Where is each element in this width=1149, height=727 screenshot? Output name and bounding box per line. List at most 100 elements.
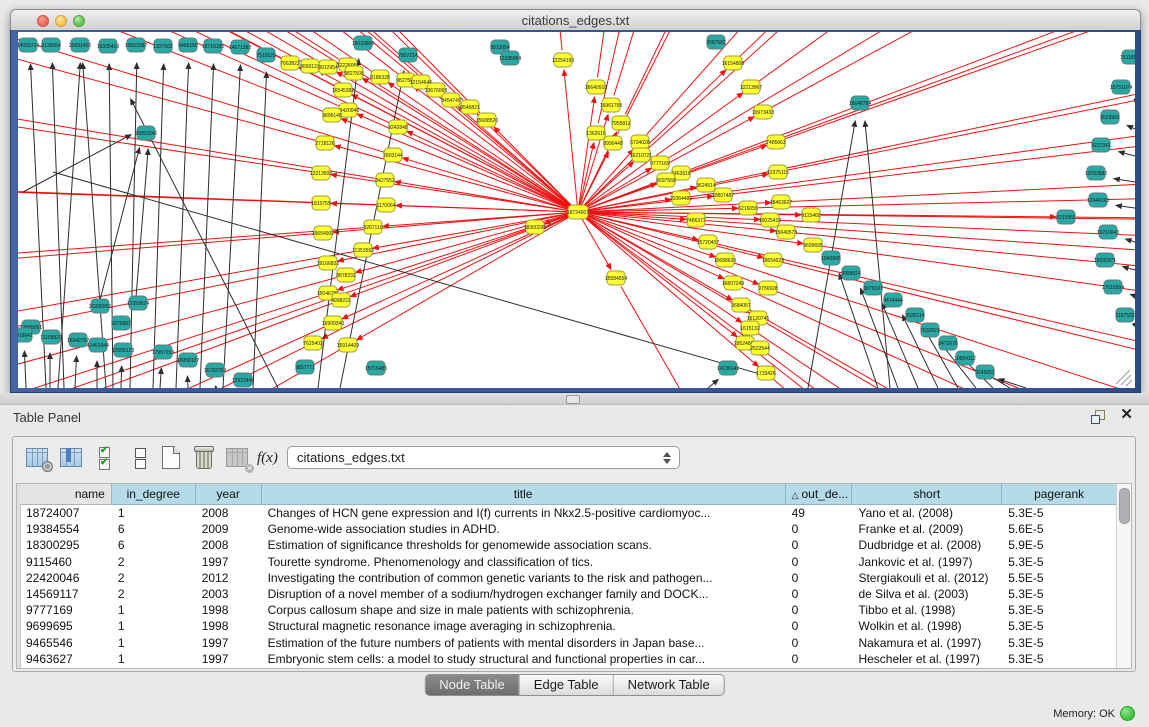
graph-node[interactable]: 16545382 xyxy=(332,83,354,97)
graph-node[interactable]: 9777169 xyxy=(650,156,670,170)
graph-node[interactable]: 12093882 xyxy=(1085,166,1107,180)
graph-node[interactable]: 9245652 xyxy=(975,365,995,379)
graph-node[interactable]: 7955812 xyxy=(611,116,631,130)
graph-node[interactable]: 12923448 xyxy=(232,373,254,387)
table-row[interactable]: 1872400712008Changes of HCN gene express… xyxy=(20,505,1117,521)
table-row[interactable]: 911546021997Tourette syndrome. Phenomeno… xyxy=(20,554,1117,570)
table-row[interactable]: 1938455462009Genome-wide association stu… xyxy=(20,521,1117,537)
graph-node[interactable]: 15649578 xyxy=(775,225,797,239)
graph-node[interactable]: 8454749 xyxy=(441,93,461,107)
graph-node[interactable]: 7625402 xyxy=(303,336,323,350)
scrollbar-thumb[interactable] xyxy=(1119,488,1130,524)
graph-node[interactable]: 2718126 xyxy=(315,136,335,150)
table-row[interactable]: 946554611997Estimation of the future num… xyxy=(20,635,1117,651)
graph-node[interactable]: 20206556 xyxy=(89,299,111,313)
graph-node[interactable]: 7663822 xyxy=(280,56,300,70)
vertical-scrollbar[interactable] xyxy=(1116,484,1131,668)
graph-node[interactable]: 17957253 xyxy=(152,345,174,359)
graph-node[interactable]: 7515520 xyxy=(256,48,276,62)
graph-node[interactable]: 16154808 xyxy=(722,56,744,70)
graph-node[interactable]: 14136141 xyxy=(717,361,739,375)
column-header-in_degree[interactable]: in_degree xyxy=(112,484,196,505)
graph-node[interactable]: 15716485 xyxy=(365,361,387,375)
column-header-out_de[interactable]: △out_de... xyxy=(786,484,853,505)
graph-node[interactable]: 19166822 xyxy=(317,256,339,270)
graph-node[interactable]: 10025418 xyxy=(759,213,781,227)
graph-node[interactable]: 6466160 xyxy=(178,38,198,52)
graph-node[interactable]: 18463627 xyxy=(770,195,792,209)
graph-node[interactable]: 16210721 xyxy=(630,148,652,162)
table-settings-icon[interactable] xyxy=(25,445,51,471)
graph-node[interactable]: 9546821 xyxy=(460,100,480,114)
column-header-year[interactable]: year xyxy=(196,484,262,505)
graph-node[interactable]: 14671388 xyxy=(229,40,251,54)
graph-node[interactable]: 9227341 xyxy=(1091,138,1111,152)
column-header-title[interactable]: title xyxy=(262,484,786,505)
graph-node[interactable]: 12213503 xyxy=(310,166,332,180)
graph-node[interactable]: 11451944 xyxy=(87,338,109,352)
graph-node[interactable]: 8215958 xyxy=(1056,210,1076,224)
graph-node[interactable]: 8912954 xyxy=(318,60,338,74)
table-row[interactable]: 977716911998Corpus callosum shape and si… xyxy=(20,602,1117,618)
graph-node[interactable]: 7857214 xyxy=(398,48,418,62)
graph-node[interactable]: 16210643 xyxy=(1097,225,1119,239)
graph-node[interactable]: 19654902 xyxy=(312,226,334,240)
graph-node[interactable]: 1733426 xyxy=(756,366,776,380)
column-header-pagerank[interactable]: pagerank xyxy=(1002,484,1117,505)
graph-node[interactable]: 16914409 xyxy=(337,338,359,352)
graph-node[interactable]: 3624514 xyxy=(696,178,716,192)
graph-node[interactable]: 9699695 xyxy=(803,238,823,252)
select-columns-icon[interactable] xyxy=(95,445,121,471)
graph-node[interactable]: 10653287 xyxy=(125,38,147,52)
graph-node[interactable]: 2803144 xyxy=(383,148,403,162)
graph-node[interactable]: 16807249 xyxy=(722,276,744,290)
row-height-icon[interactable] xyxy=(127,445,153,471)
graph-node[interactable]: 9242848 xyxy=(388,120,408,134)
graph-node[interactable]: 2522544 xyxy=(750,341,770,355)
graph-node[interactable]: 16640910 xyxy=(585,80,607,94)
graph-node[interactable]: 12375115 xyxy=(767,165,789,179)
graph-node[interactable]: 8427552 xyxy=(375,173,395,187)
show-column-icon[interactable] xyxy=(59,445,85,471)
graph-node[interactable]: 7485663 xyxy=(766,135,786,149)
graph-node[interactable]: 8471676 xyxy=(938,336,958,350)
graph-node[interactable]: 2935114 xyxy=(905,308,924,322)
graph-node[interactable]: 20364486 xyxy=(670,191,692,205)
table-row[interactable]: 1830029562008Estimation of significance … xyxy=(20,537,1117,553)
graph-node[interactable]: 1327602 xyxy=(153,39,173,53)
graph-node[interactable]: 9474444 xyxy=(883,293,903,307)
graph-node[interactable]: 6734028 xyxy=(630,135,650,149)
graph-node[interactable]: 16909340 xyxy=(322,316,344,330)
graph-node[interactable]: 1810755 xyxy=(311,196,331,210)
graph-node[interactable]: 16648784 xyxy=(849,96,871,110)
graph-node[interactable]: 9896148 xyxy=(322,108,342,122)
graph-node[interactable]: 1615132 xyxy=(740,321,760,335)
graph-node[interactable]: 18300295 xyxy=(524,220,546,234)
graph-node[interactable]: 16782759 xyxy=(204,363,226,377)
graph-node[interactable]: 8827508 xyxy=(344,66,364,80)
graph-node[interactable]: 16961758 xyxy=(600,98,622,112)
graph-node[interactable]: 8135054 xyxy=(41,38,61,52)
column-header-name[interactable]: name xyxy=(20,484,112,505)
graph-node[interactable]: 15720407 xyxy=(697,235,719,249)
graph-node[interactable]: 15692971 xyxy=(1094,253,1116,267)
graph-node[interactable]: 20053346 xyxy=(135,126,157,140)
network-canvas[interactable]: 1405572481350542069140616335419106532871… xyxy=(18,32,1135,388)
graph-node[interactable]: 10807487 xyxy=(712,188,734,202)
tab-node-table[interactable]: Node Table xyxy=(425,675,520,695)
float-panel-icon[interactable] xyxy=(1091,410,1105,423)
graph-node[interactable]: 8267110 xyxy=(363,220,382,234)
divider-grip-icon[interactable] xyxy=(566,395,580,404)
graph-node[interactable]: 15118506 xyxy=(1120,50,1135,64)
graph-node[interactable]: 1840995 xyxy=(821,251,841,265)
graph-node[interactable]: 16033809 xyxy=(352,36,374,50)
graph-node[interactable]: 6216055 xyxy=(738,201,758,215)
graph-node[interactable]: 6697568 xyxy=(656,173,676,187)
graph-node[interactable]: 9115460 xyxy=(801,208,820,222)
graph-node[interactable]: 17016504 xyxy=(1102,280,1124,294)
graph-node[interactable]: 1167533 xyxy=(1115,308,1134,322)
graph-node[interactable]: 14055724 xyxy=(18,38,39,52)
graph-node[interactable]: 12213967 xyxy=(740,80,762,94)
table-row[interactable]: 2242004622012Investigating the contribut… xyxy=(20,570,1117,586)
graph-node[interactable]: 16958107 xyxy=(177,353,199,367)
